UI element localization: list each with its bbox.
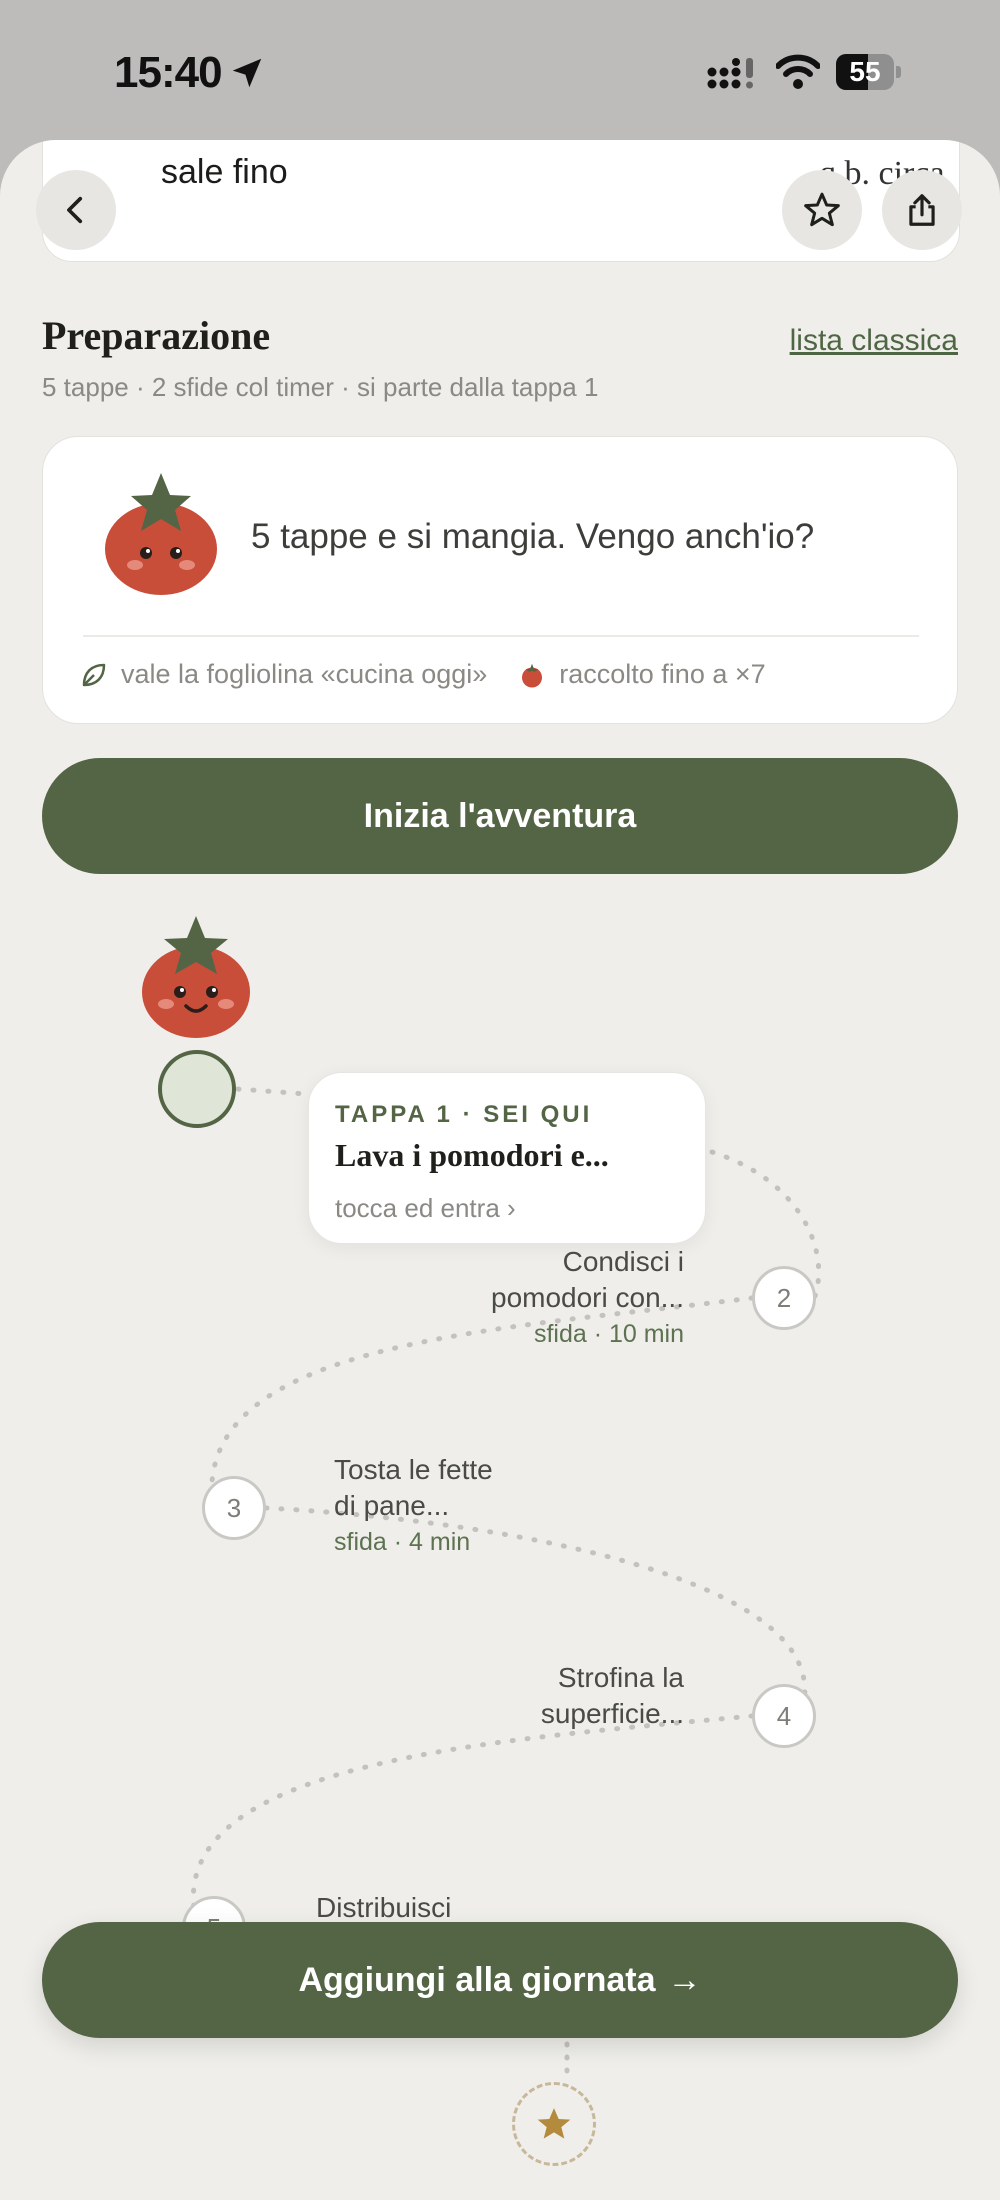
step-label-5[interactable]: Distribuisci — [316, 1890, 576, 1926]
current-step-hint: tocca ed entra › — [335, 1193, 516, 1223]
step-node-4[interactable]: 4 — [752, 1684, 816, 1748]
step-4-line1: Strofina la — [557, 1662, 684, 1693]
tomato-mascot-happy-icon — [142, 916, 250, 1038]
finish-star-icon — [537, 2108, 571, 2139]
battery-level: 55 — [849, 56, 881, 87]
step-4-line2: superficie... — [540, 1698, 684, 1729]
step-2-meta: sfida · 10 min — [533, 1320, 684, 1348]
add-to-day-label: Aggiungi alla giornata — [298, 1961, 656, 1999]
step-2-line2: pomodori con... — [491, 1282, 684, 1313]
status-bar: 15:40 55 — [0, 0, 1000, 140]
status-time: 15:40 — [114, 48, 223, 97]
step-5-line1: Distribuisci — [316, 1892, 452, 1923]
step-node-2[interactable]: 2 — [752, 1266, 816, 1330]
wifi-icon — [776, 54, 820, 89]
step-node-current[interactable] — [158, 1050, 236, 1128]
step-label-3[interactable]: Tosta le fette di pane... sfida · 4 min — [334, 1452, 574, 1560]
arrow-right-icon: → — [667, 1961, 702, 1999]
step-3-meta: sfida · 4 min — [334, 1528, 471, 1556]
recipe-sheet: sale fino q.b. circa Preparazione lista … — [0, 140, 1000, 2200]
current-step-tag: TAPPA 1 · SEI QUI — [335, 1101, 593, 1128]
step-node-3[interactable]: 3 — [202, 1476, 266, 1540]
current-step-title: Lava i pomodori e... — [335, 1137, 609, 1173]
finish-node — [512, 2082, 596, 2166]
step-label-2[interactable]: Condisci i pomodori con... sfida · 10 mi… — [424, 1244, 684, 1352]
step-3-line2: di pane... — [334, 1490, 450, 1521]
location-arrow-icon — [232, 58, 262, 88]
current-step-card[interactable]: TAPPA 1 · SEI QUI Lava i pomodori e... t… — [308, 1072, 706, 1244]
step-label-4[interactable]: Strofina la superficie... — [424, 1660, 684, 1732]
add-to-day-button[interactable]: Aggiungi alla giornata → — [42, 1922, 958, 2038]
step-2-line1: Condisci i — [562, 1246, 684, 1277]
signal-icon — [707, 58, 753, 89]
battery-indicator: 55 — [836, 54, 902, 90]
step-3-line1: Tosta le fette — [334, 1454, 493, 1485]
